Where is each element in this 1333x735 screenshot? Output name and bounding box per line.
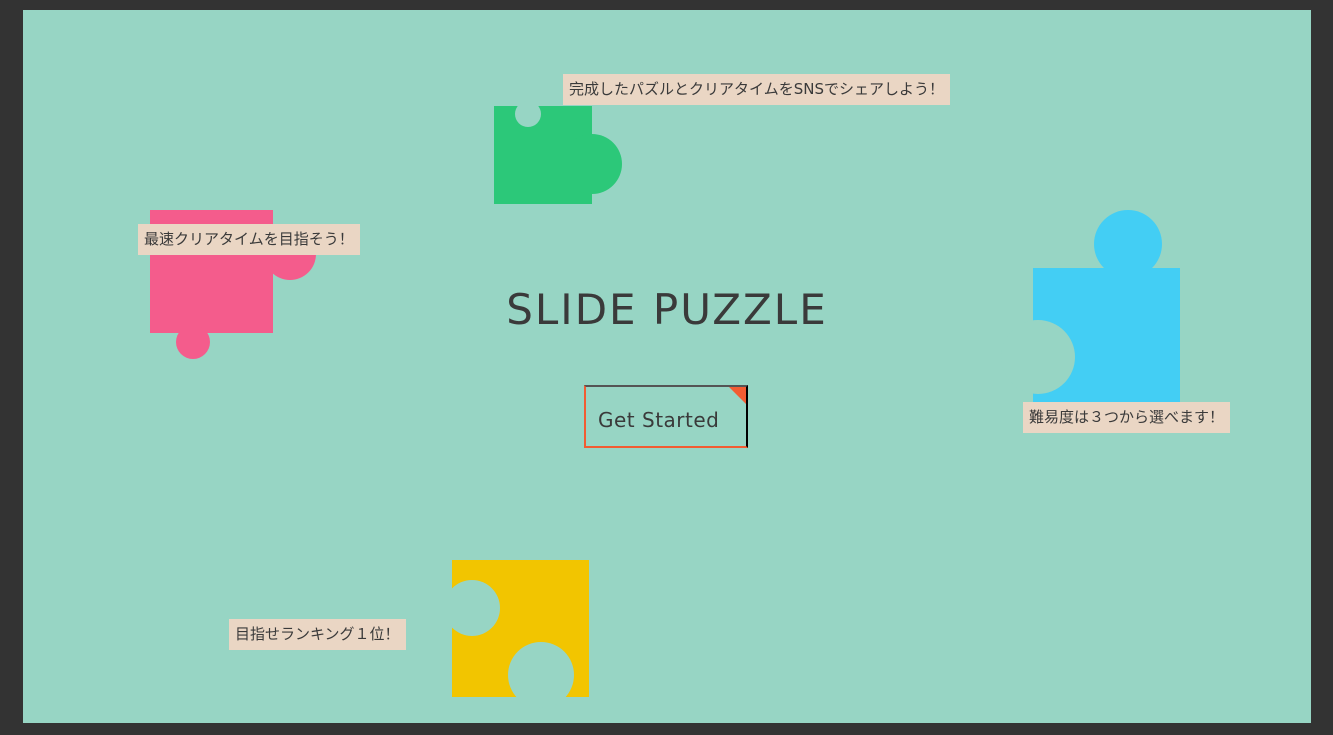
- page-title: SLIDE PUZZLE: [506, 285, 828, 334]
- difficulty-callout: 難易度は３つから選べます！: [1023, 402, 1231, 433]
- green-puzzle-piece-icon: [494, 101, 624, 206]
- get-started-label: Get Started: [598, 408, 720, 432]
- get-started-button[interactable]: Get Started: [584, 385, 748, 448]
- share-callout: 完成したパズルとクリアタイムをSNSでシェアしよう！: [563, 74, 950, 105]
- landing-stage: 完成したパズルとクリアタイムをSNSでシェアしよう！ 最速クリアタイムを目指そう…: [23, 10, 1311, 723]
- fastest-time-callout: 最速クリアタイムを目指そう！: [138, 224, 360, 255]
- ranking-callout: 目指せランキング１位！: [229, 619, 406, 650]
- corner-triangle-icon: [729, 387, 746, 404]
- yellow-puzzle-piece-icon: [444, 560, 590, 708]
